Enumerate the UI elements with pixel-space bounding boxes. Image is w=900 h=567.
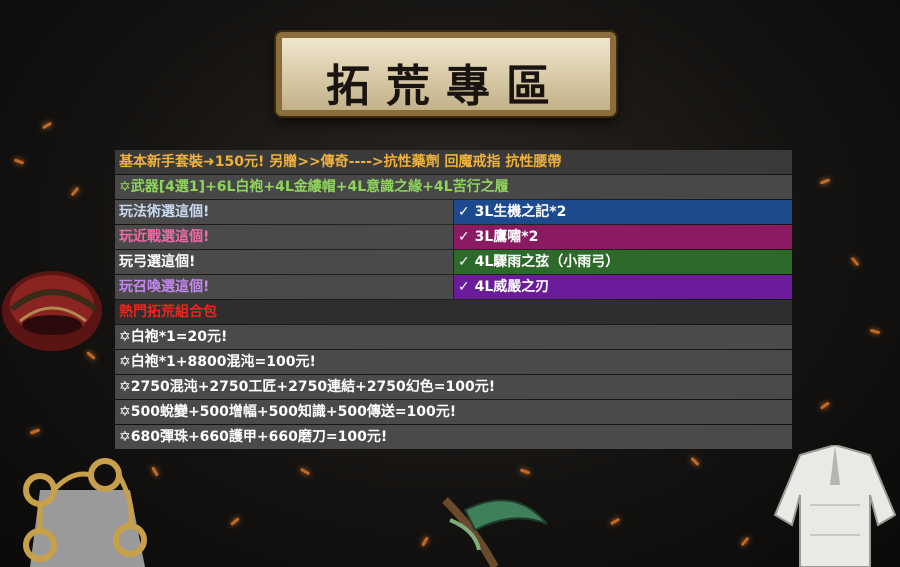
choice-row-caster: 玩法術選這個! ✓ 3L生機之記*2 bbox=[115, 200, 792, 224]
title-banner: 拓荒專區 bbox=[276, 32, 616, 116]
choice-label: 玩召喚選這個! bbox=[115, 275, 454, 299]
choice-item: ✓ 4L驟雨之弦（小雨弓） bbox=[454, 250, 792, 274]
choice-item: ✓ 3L生機之記*2 bbox=[454, 200, 792, 224]
choice-row-bow: 玩弓選這個! ✓ 4L驟雨之弦（小雨弓） bbox=[115, 250, 792, 274]
helmet-image bbox=[2, 271, 102, 351]
package-text: ✡500蛻變+500增幅+500知識+500傳送=100元! bbox=[115, 400, 792, 424]
claw-weapon-image bbox=[442, 497, 548, 567]
package-text: ✡680彈珠+660護甲+660磨刀=100元! bbox=[115, 425, 792, 449]
ember bbox=[850, 256, 860, 267]
ember bbox=[519, 468, 531, 475]
ember bbox=[70, 186, 80, 197]
price-table: 基本新手套裝➜150元! 另贈>>傳奇---->抗性藥劑 回魔戒指 抗性腰帶 ✡… bbox=[115, 150, 792, 450]
package-row: ✡白袍*1=20元! bbox=[115, 325, 792, 349]
package-text: ✡2750混沌+2750工匠+2750連結+2750幻色=100元! bbox=[115, 375, 792, 399]
hot-title: 熱門拓荒組合包 bbox=[115, 300, 792, 324]
ember bbox=[690, 456, 700, 467]
ember bbox=[819, 178, 831, 185]
ember bbox=[869, 328, 881, 335]
ember bbox=[41, 121, 53, 130]
choice-row-melee: 玩近戰選這個! ✓ 3L鷹嘯*2 bbox=[115, 225, 792, 249]
ember bbox=[609, 517, 621, 526]
package-row: ✡2750混沌+2750工匠+2750連結+2750幻色=100元! bbox=[115, 375, 792, 399]
ember bbox=[820, 401, 830, 410]
package-text: ✡白袍*1=20元! bbox=[115, 325, 792, 349]
choice-label: 玩法術選這個! bbox=[115, 200, 454, 224]
choice-label: 玩弓選這個! bbox=[115, 250, 454, 274]
choice-label: 玩近戰選這個! bbox=[115, 225, 454, 249]
choice-row-summon: 玩召喚選這個! ✓ 4L威嚴之刃 bbox=[115, 275, 792, 299]
ember bbox=[29, 428, 41, 435]
banner-title: 拓荒專區 bbox=[326, 61, 566, 112]
weapon-row: ✡武器[4選1]+6L白袍+4L金縷帽+4L意識之緣+4L苦行之履 bbox=[115, 175, 792, 199]
package-row: ✡680彈珠+660護甲+660磨刀=100元! bbox=[115, 425, 792, 449]
ember bbox=[740, 536, 750, 547]
package-row: ✡白袍*1+8800混沌=100元! bbox=[115, 350, 792, 374]
starter-pack-row: 基本新手套裝➜150元! 另贈>>傳奇---->抗性藥劑 回魔戒指 抗性腰帶 bbox=[115, 150, 792, 174]
starter-pack-text: 基本新手套裝➜150元! 另贈>>傳奇---->抗性藥劑 回魔戒指 抗性腰帶 bbox=[115, 150, 792, 174]
hot-title-row: 熱門拓荒組合包 bbox=[115, 300, 792, 324]
ember bbox=[230, 517, 240, 526]
ember bbox=[421, 536, 429, 547]
ember bbox=[299, 467, 311, 476]
package-row: ✡500蛻變+500增幅+500知識+500傳送=100元! bbox=[115, 400, 792, 424]
choice-item: ✓ 4L威嚴之刃 bbox=[454, 275, 792, 299]
weapon-text: ✡武器[4選1]+6L白袍+4L金縷帽+4L意識之緣+4L苦行之履 bbox=[115, 175, 792, 199]
amulet-image bbox=[23, 458, 147, 567]
choice-item: ✓ 3L鷹嘯*2 bbox=[454, 225, 792, 249]
package-text: ✡白袍*1+8800混沌=100元! bbox=[115, 350, 792, 374]
robe-image bbox=[773, 445, 897, 567]
ember bbox=[13, 158, 25, 165]
